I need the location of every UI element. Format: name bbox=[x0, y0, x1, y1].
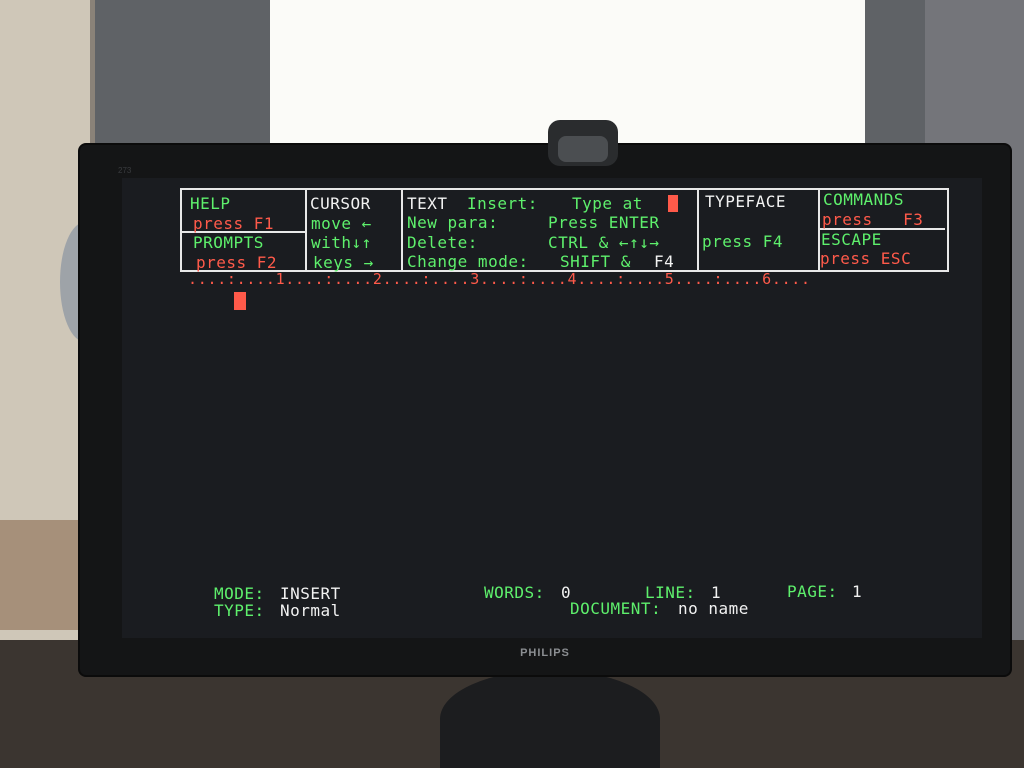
typeface-title: TYPEFACE bbox=[705, 192, 787, 211]
monitor-model: 273 bbox=[118, 166, 132, 175]
typeface-action[interactable]: press F4 bbox=[702, 233, 783, 251]
commands-action[interactable]: press F3 bbox=[822, 211, 923, 229]
monitor-stand bbox=[440, 670, 660, 768]
insert-value: Type at bbox=[572, 194, 643, 213]
insert-label: Insert: bbox=[467, 194, 538, 213]
newpara-value: Press ENTER bbox=[548, 213, 660, 232]
commands-title: COMMANDS bbox=[823, 190, 905, 209]
document-value: no name bbox=[678, 599, 749, 618]
newpara-label: New para: bbox=[407, 213, 499, 232]
divider bbox=[305, 190, 307, 270]
cursor-sample bbox=[668, 195, 678, 212]
prompts-title: PROMPTS bbox=[193, 233, 264, 252]
type-value: Normal bbox=[280, 601, 341, 620]
text-cursor bbox=[234, 292, 246, 310]
change-mode-value: SHIFT & bbox=[560, 252, 631, 271]
cursor-line2: with↓↑ bbox=[311, 233, 372, 252]
tab-ruler: ....:....1....:....2....:....3....:....4… bbox=[188, 270, 811, 288]
delete-value: CTRL & ←↑↓→ bbox=[548, 233, 660, 252]
change-mode-label: Change mode: bbox=[407, 252, 529, 271]
divider bbox=[401, 190, 403, 270]
cursor-line1: move ← bbox=[311, 214, 372, 233]
divider bbox=[697, 190, 699, 270]
document-label: DOCUMENT: bbox=[570, 599, 662, 618]
change-mode-key: F4 bbox=[654, 252, 675, 271]
monitor-brand-logo: PHILIPS bbox=[520, 647, 570, 659]
words-label: WORDS: bbox=[484, 583, 545, 602]
escape-action[interactable]: press ESC bbox=[820, 250, 911, 268]
webcam-lens bbox=[558, 136, 608, 162]
escape-title: ESCAPE bbox=[821, 230, 882, 249]
page-label: PAGE: bbox=[787, 582, 838, 601]
help-action[interactable]: press F1 bbox=[193, 215, 274, 233]
delete-label: Delete: bbox=[407, 233, 478, 252]
type-label: TYPE: bbox=[214, 601, 265, 620]
page-value: 1 bbox=[852, 582, 863, 601]
cursor-title: CURSOR bbox=[310, 194, 371, 213]
help-title: HELP bbox=[190, 194, 231, 213]
text-title: TEXT bbox=[407, 194, 448, 213]
